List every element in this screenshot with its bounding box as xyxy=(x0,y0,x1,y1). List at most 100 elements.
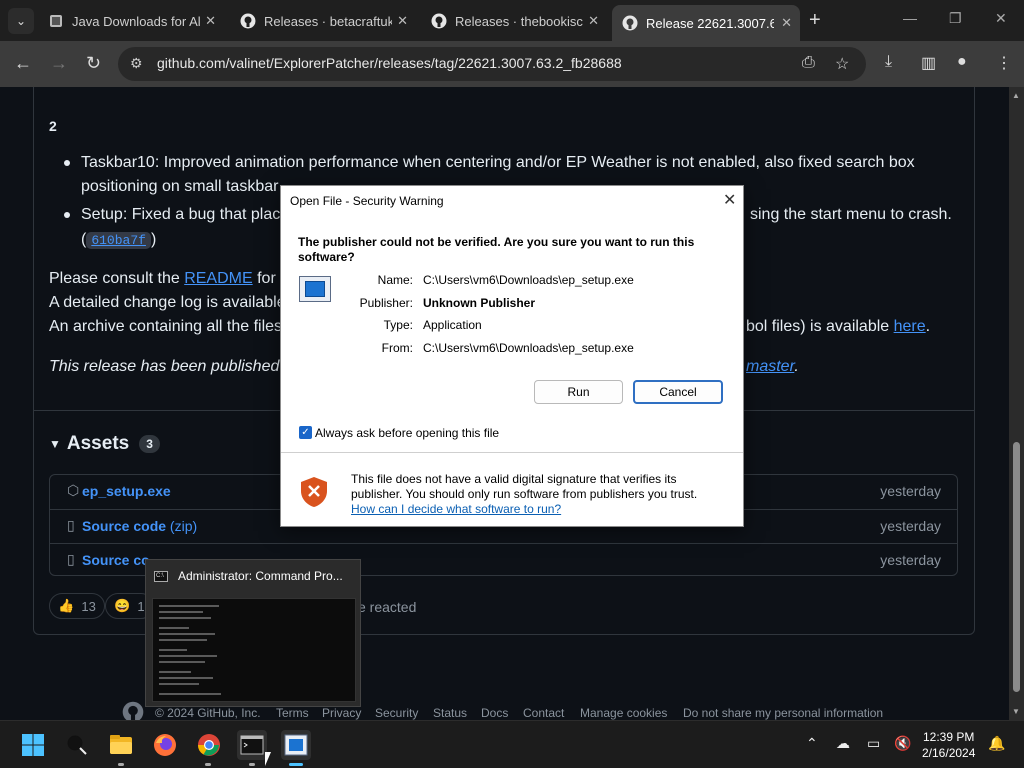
footer-link-security[interactable]: Security xyxy=(375,706,418,720)
bullet-setup: Setup: Fixed a bug that plac xyxy=(81,206,281,223)
cloud-offline-icon[interactable]: ☁ xyxy=(836,735,850,752)
always-ask-checkbox[interactable]: ✓ xyxy=(299,426,312,439)
always-ask-label[interactable]: Always ask before opening this file xyxy=(315,426,499,440)
start-button[interactable] xyxy=(18,730,48,760)
download-icon[interactable]: ⤓ xyxy=(885,53,892,71)
name-label: Name: xyxy=(377,273,413,287)
system-clock[interactable]: 12:39 PM 2/16/2024 xyxy=(922,729,975,761)
forward-arrow-icon[interactable]: → xyxy=(50,53,68,74)
assets-toggle[interactable]: ▼ Assets 3 xyxy=(49,433,160,455)
tab-releases-betacraft[interactable]: Releases · betacraftuk/ ✕ xyxy=(230,6,416,36)
published-line: This release has been published a xyxy=(49,358,293,375)
close-icon[interactable]: ✕ xyxy=(781,15,792,31)
security-warning-dialog: Open File - Security Warning ✕ The publi… xyxy=(280,185,744,527)
reaction-count: 13 xyxy=(81,598,96,614)
tab-release-active[interactable]: Release 22621.3007.63 ✕ xyxy=(612,5,800,41)
close-icon[interactable]: ✕ xyxy=(397,13,408,29)
clock-time: 12:39 PM xyxy=(923,730,975,744)
section-heading: 2 xyxy=(49,118,57,134)
publisher-label: Publisher: xyxy=(359,296,413,310)
footer-copyright: © 2024 GitHub, Inc. xyxy=(155,706,261,720)
reaction-thumbs-up[interactable]: 👍 13 xyxy=(49,593,105,619)
address-bar[interactable]: ⚙ github.com/valinet/ExplorerPatcher/rel… xyxy=(118,47,866,81)
site-info-icon[interactable]: ⚙ xyxy=(130,55,143,72)
search-icon xyxy=(67,735,87,755)
running-indicator xyxy=(118,763,124,766)
volume-muted-icon[interactable]: 🔇 xyxy=(894,735,911,752)
asset-link-ep-setup[interactable]: ep_setup.exe xyxy=(82,483,171,499)
bookmark-star-icon[interactable]: ☆ xyxy=(835,54,849,74)
scroll-down-icon[interactable]: ▼ xyxy=(1012,707,1020,716)
maximize-icon[interactable]: ❐ xyxy=(949,10,962,27)
window-close-icon[interactable]: ✕ xyxy=(995,10,1007,27)
help-link[interactable]: How can I decide what software to run? xyxy=(351,502,561,516)
close-icon[interactable]: ✕ xyxy=(588,13,599,29)
asset-link-source-tar[interactable]: Source co xyxy=(82,552,150,568)
type-value: Application xyxy=(423,318,482,332)
file-explorer-button[interactable] xyxy=(106,730,136,760)
package-icon: ⬡ xyxy=(67,482,80,498)
notification-bell-icon[interactable]: 🔔 xyxy=(988,735,1005,752)
tab-label: Releases · betacraftuk/ xyxy=(264,13,392,29)
footer-link-terms[interactable]: Terms xyxy=(276,706,309,720)
bullet-taskbar10: Taskbar10: Improved animation performanc… xyxy=(81,154,915,171)
url-text[interactable]: github.com/valinet/ExplorerPatcher/relea… xyxy=(157,55,622,71)
firefox-button[interactable] xyxy=(150,730,180,760)
dialog-question: The publisher could not be verified. Are… xyxy=(298,235,695,264)
smile-icon: 😄 xyxy=(114,598,131,613)
asset-link-source-zip[interactable]: Source code (zip) xyxy=(82,518,197,534)
published-line-cont: master. xyxy=(746,358,799,375)
chevron-down-icon: ⌄ xyxy=(15,14,27,28)
github-icon xyxy=(240,13,256,29)
shield-warning-icon xyxy=(299,476,329,513)
cancel-button[interactable]: Cancel xyxy=(633,380,723,404)
security-dialog-taskbar-button[interactable] xyxy=(281,730,311,760)
footer-link-status[interactable]: Status xyxy=(433,706,467,720)
tab-search-button[interactable]: ⌄ xyxy=(8,8,34,34)
scroll-up-icon[interactable]: ▲ xyxy=(1012,91,1020,100)
close-icon[interactable]: ✕ xyxy=(205,13,216,29)
tab-java-downloads[interactable]: Java Downloads for All ✕ xyxy=(38,6,224,36)
assets-count-badge: 3 xyxy=(139,435,160,453)
profile-icon[interactable]: ● xyxy=(957,53,967,71)
footer-link-docs[interactable]: Docs xyxy=(481,706,508,720)
name-value: C:\Users\vm6\Downloads\ep_setup.exe xyxy=(423,273,634,287)
page-scrollbar[interactable]: ▲ ▼ xyxy=(1009,87,1024,720)
commit-link[interactable]: 610ba7f xyxy=(86,232,151,249)
chevron-up-icon[interactable]: ⌃ xyxy=(806,735,818,752)
command-prompt-button[interactable] xyxy=(237,730,267,760)
here-link[interactable]: here xyxy=(894,318,926,335)
chrome-button[interactable] xyxy=(194,730,224,760)
reload-icon[interactable]: ↻ xyxy=(86,53,101,74)
footer-link-privacy[interactable]: Privacy xyxy=(322,706,361,720)
minimize-icon[interactable]: — xyxy=(903,10,917,26)
type-label: Type: xyxy=(383,318,413,332)
footer-link-cookies[interactable]: Manage cookies xyxy=(580,706,667,720)
github-logo-icon[interactable] xyxy=(122,701,144,720)
run-button[interactable]: Run xyxy=(534,380,623,404)
thumbnail-preview xyxy=(152,598,356,702)
bullet-dot xyxy=(64,160,70,166)
cmd-thumbnail-popup[interactable]: C:\ Administrator: Command Pro... xyxy=(145,559,361,707)
back-arrow-icon[interactable]: ← xyxy=(14,53,32,74)
menu-kebab-icon[interactable]: ⋮ xyxy=(996,53,1012,73)
scrollbar-thumb[interactable] xyxy=(1013,442,1020,692)
footer-link-contact[interactable]: Contact xyxy=(523,706,564,720)
publisher-value: Unknown Publisher xyxy=(423,296,536,310)
from-label: From: xyxy=(381,341,413,355)
new-tab-button[interactable]: + xyxy=(809,10,821,30)
network-icon[interactable]: ▭ xyxy=(867,735,880,752)
tab-label: Release 22621.3007.63 xyxy=(646,15,774,31)
master-link[interactable]: master xyxy=(746,358,794,375)
window-app-icon xyxy=(284,734,308,756)
search-button[interactable] xyxy=(62,730,92,760)
dialog-close-icon[interactable]: ✕ xyxy=(723,190,736,210)
archive-line: An archive containing all the files xyxy=(49,318,283,335)
readme-link[interactable]: README xyxy=(184,270,252,287)
side-panel-icon[interactable]: ▥ xyxy=(921,53,936,73)
install-app-icon[interactable]: ⎙ xyxy=(802,54,815,72)
tab-label: Java Downloads for All xyxy=(72,13,200,29)
footer-link-do-not-share[interactable]: Do not share my personal information xyxy=(683,706,883,720)
tab-releases-thebookis[interactable]: Releases · thebookisclo ✕ xyxy=(421,6,607,36)
file-zip-icon: ▯ xyxy=(67,517,75,533)
